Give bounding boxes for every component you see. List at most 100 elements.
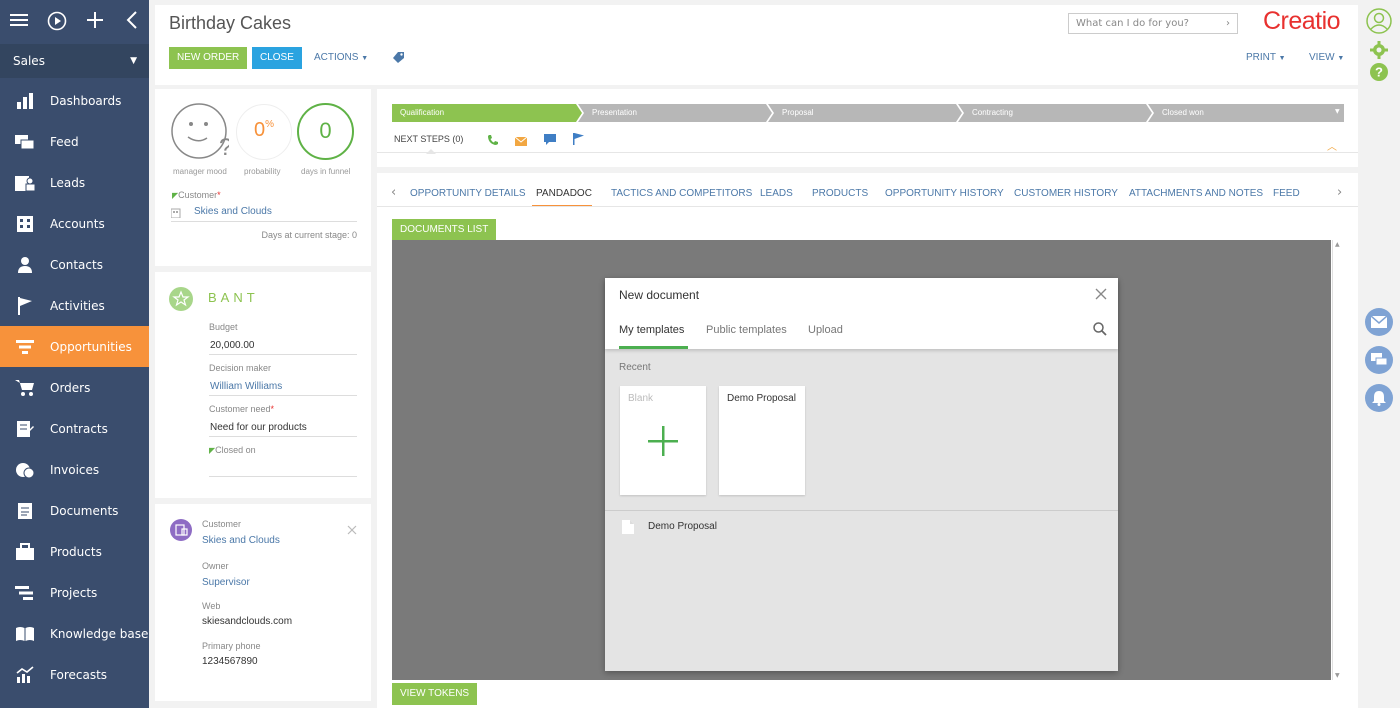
nav-item-projects[interactable]: Projects <box>0 572 149 613</box>
stage-contracting[interactable]: Contracting <box>964 104 1144 122</box>
contact-customer-link[interactable]: Skies and Clouds <box>202 535 280 546</box>
demo-proposal-template-card[interactable]: Demo Proposal <box>719 386 805 495</box>
tab-customer-history[interactable]: CUSTOMER HISTORY <box>1014 188 1118 199</box>
manager-mood-icon[interactable]: ? <box>171 103 232 166</box>
nav-item-label: Knowledge base <box>50 626 149 641</box>
play-process-icon[interactable] <box>47 11 67 34</box>
manager-mood-label: manager mood <box>173 167 227 176</box>
primary-phone-value[interactable]: 1234567890 <box>202 656 258 667</box>
nav-item-activities[interactable]: Activities <box>0 285 149 326</box>
tab-products[interactable]: PRODUCTS <box>812 188 868 199</box>
caret-down-icon: ▼ <box>1278 55 1286 62</box>
budget-label: Budget <box>209 322 238 332</box>
tab-upload[interactable]: Upload <box>808 324 843 336</box>
nav-item-feed[interactable]: Feed <box>0 121 149 162</box>
workplace-selector[interactable]: Sales ▼ <box>0 44 149 78</box>
owner-link[interactable]: Supervisor <box>202 577 250 588</box>
notification-bell-icon[interactable] <box>1365 384 1393 412</box>
closed-on-field[interactable] <box>209 476 357 477</box>
add-icon[interactable] <box>86 11 104 32</box>
stage-dropdown-icon[interactable]: ▼ <box>1335 108 1340 115</box>
user-profile-icon[interactable] <box>1366 8 1392 37</box>
nav-item-label: Contracts <box>50 421 108 436</box>
chat-icon[interactable] <box>1365 346 1393 374</box>
products-icon <box>14 542 36 562</box>
hamburger-menu-icon[interactable] <box>10 11 28 32</box>
stage-proposal[interactable]: Proposal <box>774 104 954 122</box>
customer-need-value[interactable]: Need for our products <box>210 422 307 433</box>
nav-item-knowledge-base[interactable]: Knowledge base <box>0 613 149 654</box>
customer-avatar-icon <box>170 519 192 544</box>
nav-item-contacts[interactable]: Contacts <box>0 244 149 285</box>
web-value[interactable]: skiesandclouds.com <box>202 616 292 627</box>
phone-call-icon[interactable] <box>487 134 499 149</box>
contracts-icon <box>14 419 36 439</box>
nav-item-forecasts[interactable]: Forecasts <box>0 654 149 695</box>
command-search-input[interactable]: What can I do for you? › <box>1068 13 1238 34</box>
flag-icon[interactable] <box>573 133 584 148</box>
tab-tactics-and-competitors[interactable]: TACTICS AND COMPETITORS <box>611 188 752 199</box>
nav-item-opportunities[interactable]: Opportunities <box>0 326 149 367</box>
next-steps-label[interactable]: NEXT STEPS (0) <box>394 134 463 144</box>
stage-closed-won[interactable]: Closed won <box>1154 104 1324 122</box>
new-order-button[interactable]: NEW ORDER <box>169 47 248 69</box>
blank-template-card[interactable]: Blank <box>620 386 706 495</box>
tabs-scroll-left-icon[interactable]: ‹ <box>391 185 396 200</box>
invoices-icon <box>14 460 36 480</box>
search-icon[interactable] <box>1093 322 1107 339</box>
tabs-scroll-right-icon[interactable]: › <box>1337 185 1342 200</box>
close-icon[interactable] <box>347 524 357 538</box>
nav-item-label: Documents <box>50 503 119 518</box>
collapse-arrow-icon[interactable] <box>126 11 138 32</box>
tab-my-templates[interactable]: My templates <box>619 324 684 336</box>
nav-item-accounts[interactable]: Accounts <box>0 203 149 244</box>
chevron-up-icon[interactable]: ︿ <box>1327 138 1337 153</box>
budget-value[interactable]: 20,000.00 <box>210 340 255 351</box>
email-icon[interactable] <box>514 135 528 149</box>
tab-opportunity-history[interactable]: OPPORTUNITY HISTORY <box>885 188 1004 199</box>
customer-link[interactable]: Skies and Clouds <box>194 206 272 217</box>
probability-value: 0 <box>253 119 266 141</box>
decision-maker-link[interactable]: William Williams <box>210 381 282 392</box>
close-button[interactable]: CLOSE <box>252 47 302 69</box>
nav-item-orders[interactable]: Orders <box>0 367 149 408</box>
view-tokens-button[interactable]: VIEW TOKENS <box>392 683 478 705</box>
frame-scrollbar[interactable]: ▲ ▼ <box>1332 240 1343 680</box>
tab-feed[interactable]: FEED <box>1273 188 1300 199</box>
document-list-item[interactable]: Demo Proposal <box>605 515 1118 539</box>
tag-icon[interactable] <box>393 51 405 66</box>
nav-item-invoices[interactable]: Invoices <box>0 449 149 490</box>
dialog-title: New document <box>619 288 700 302</box>
chat-bubble-icon[interactable] <box>544 134 556 149</box>
view-menu[interactable]: VIEW ▼ <box>1309 52 1344 63</box>
stage-qualification[interactable]: Qualification <box>392 104 577 122</box>
close-icon[interactable] <box>1095 288 1107 303</box>
tab-public-templates[interactable]: Public templates <box>706 324 787 336</box>
demo-proposal-card-label: Demo Proposal <box>727 393 796 404</box>
nav-item-documents[interactable]: Documents <box>0 490 149 531</box>
nav-item-products[interactable]: Products <box>0 531 149 572</box>
nav-item-leads[interactable]: Leads <box>0 162 149 203</box>
nav-item-dashboards[interactable]: Dashboards <box>0 80 149 121</box>
contact-customer-label: Customer <box>202 519 242 529</box>
chevron-right-icon[interactable]: › <box>1226 14 1230 33</box>
tab-attachments-and-notes[interactable]: ATTACHMENTS AND NOTES <box>1129 188 1263 199</box>
nav-item-label: Activities <box>50 298 105 313</box>
nav-toolbar <box>0 0 149 44</box>
projects-icon <box>14 583 36 603</box>
days-at-stage: Days at current stage: 0 <box>261 230 357 240</box>
email-icon[interactable] <box>1365 308 1393 336</box>
print-menu[interactable]: PRINT ▼ <box>1246 52 1286 63</box>
documents-list-button[interactable]: DOCUMENTS LIST <box>392 219 497 241</box>
stage-presentation[interactable]: Presentation <box>584 104 764 122</box>
nav-item-contracts[interactable]: Contracts <box>0 408 149 449</box>
tab-pandadoc[interactable]: PANDADOC <box>536 188 592 199</box>
actions-menu[interactable]: ACTIONS ▼ <box>314 52 368 63</box>
help-icon[interactable]: ? <box>1370 63 1388 84</box>
recent-label: Recent <box>619 362 651 373</box>
blank-template-label: Blank <box>628 393 654 404</box>
gear-icon[interactable] <box>1370 41 1388 62</box>
tab-leads[interactable]: LEADS <box>760 188 793 199</box>
caret-down-icon: ▼ <box>361 55 369 62</box>
tab-opportunity-details[interactable]: OPPORTUNITY DETAILS <box>410 188 526 199</box>
